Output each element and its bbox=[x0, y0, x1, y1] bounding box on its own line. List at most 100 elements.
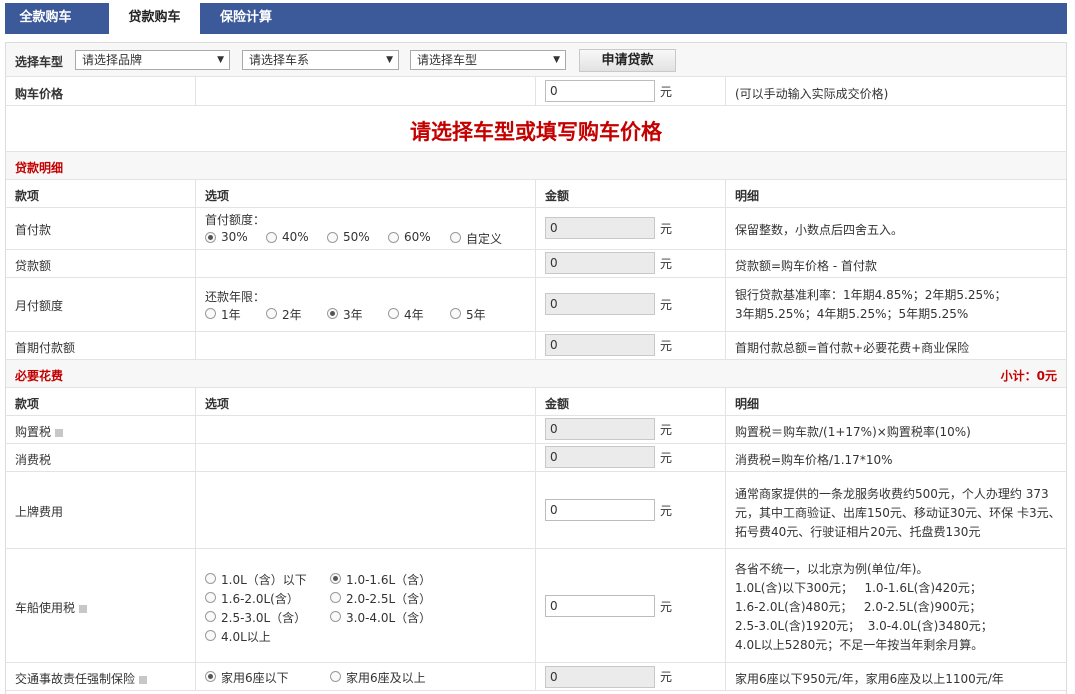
down-payment-input[interactable]: 0 bbox=[545, 217, 655, 239]
radio-term-4[interactable] bbox=[388, 308, 399, 319]
model-select[interactable]: 请选择车型 ▼ bbox=[410, 50, 566, 70]
help-icon[interactable] bbox=[139, 676, 148, 684]
purchase-tax-input[interactable]: 0 bbox=[545, 418, 655, 440]
compulsory-note-cell: 家用6座以下950元/年，家用6座及以上1100元/年 bbox=[725, 663, 1066, 690]
brand-select[interactable]: 请选择品牌 ▼ bbox=[75, 50, 230, 70]
first-payment-note-cell: 首期付款总额=首付款+必要花费+商业保险 bbox=[725, 332, 1066, 359]
monthly-payment-unit: 元 bbox=[660, 298, 673, 312]
radio-down-30[interactable] bbox=[205, 232, 216, 243]
radio-disp-2[interactable] bbox=[330, 573, 341, 584]
loan-amount-row: 贷款额 0 元 贷款额=购车价格 - 首付款 bbox=[6, 250, 1066, 278]
plate-fee-note-cell: 通常商家提供的一条龙服务收费约500元，个人办理约 373 元，其中工商验证、出… bbox=[725, 472, 1066, 548]
down-payment-label: 首付款 bbox=[15, 223, 52, 237]
loan-amount-note: 贷款额=购车价格 - 首付款 bbox=[735, 259, 878, 273]
compulsory-insurance-unit: 元 bbox=[660, 670, 673, 684]
vessel-tax-note-cell: 各省不统一，以北京为例(单位/年)。 1.0L(含)以下300元； 1.0-1.… bbox=[725, 549, 1066, 662]
consumption-tax-options bbox=[195, 444, 535, 471]
col-detail-header: 明细 bbox=[735, 397, 760, 411]
loan-amount-cell: 0 元 bbox=[535, 250, 725, 277]
price-note: (可以手动输入实际成交价格) bbox=[735, 87, 889, 101]
series-select[interactable]: 请选择车系 ▼ bbox=[242, 50, 399, 70]
price-options-cell bbox=[195, 77, 535, 105]
subtotal-label: 小计：0元 bbox=[1000, 369, 1057, 383]
down-ratio-label: 首付额度： bbox=[205, 213, 266, 227]
radio-term-4-label: 4年 bbox=[404, 308, 424, 322]
first-payment-input[interactable]: 0 bbox=[545, 334, 655, 356]
radio-disp-1[interactable] bbox=[205, 573, 216, 584]
radio-disp-3[interactable] bbox=[205, 592, 216, 603]
radio-disp-4[interactable] bbox=[330, 592, 341, 603]
plate-fee-note-line1: 通常商家提供的一条龙服务收费约500元，个人办理约 373 bbox=[735, 487, 1049, 501]
radio-down-custom[interactable] bbox=[450, 232, 461, 243]
consumption-tax-amount-cell: 0 元 bbox=[535, 444, 725, 471]
radio-term-1[interactable] bbox=[205, 308, 216, 319]
radio-seat-under6[interactable] bbox=[205, 671, 216, 682]
purchase-tax-amount-cell: 0 元 bbox=[535, 416, 725, 443]
radio-disp-6-label: 3.0-4.0L（含） bbox=[346, 611, 432, 625]
consumption-tax-note-cell: 消费税=购车价格/1.17*10% bbox=[725, 444, 1066, 471]
first-payment-row: 首期付款额 0 元 首期付款总额=首付款+必要花费+商业保险 bbox=[6, 332, 1066, 360]
hint-row: 请选择车型或填写购车价格 bbox=[6, 106, 1066, 152]
tab-insurance[interactable]: 保险计算 bbox=[203, 3, 289, 34]
loan-amount-options bbox=[195, 250, 535, 277]
help-icon[interactable] bbox=[55, 429, 64, 437]
plate-fee-label: 上牌费用 bbox=[15, 505, 64, 519]
price-amount-cell: 0 元 bbox=[535, 77, 725, 105]
radio-disp-2-label: 1.0-1.6L（含） bbox=[346, 573, 432, 587]
radio-term-3-label: 3年 bbox=[343, 308, 363, 322]
radio-seat-6plus-label: 家用6座及以上 bbox=[346, 671, 426, 685]
radio-term-2-label: 2年 bbox=[282, 308, 302, 322]
purchase-tax-note: 购置税＝购车款/(1+17%)×购置税率(10%) bbox=[735, 425, 971, 439]
plate-fee-input[interactable]: 0 bbox=[545, 499, 655, 521]
radio-down-40[interactable] bbox=[266, 232, 277, 243]
price-label: 购车价格 bbox=[15, 87, 64, 101]
select-car-hint: 请选择车型或填写购车价格 bbox=[410, 119, 662, 144]
necessary-section-title: 必要花费 bbox=[15, 369, 64, 383]
radio-down-50[interactable] bbox=[327, 232, 338, 243]
radio-disp-7[interactable] bbox=[205, 630, 216, 641]
necessary-section-header: 必要花费 小计：0元 bbox=[6, 360, 1066, 388]
consumption-tax-label: 消费税 bbox=[15, 453, 52, 467]
loan-amount-input[interactable]: 0 bbox=[545, 252, 655, 274]
consumption-tax-input[interactable]: 0 bbox=[545, 446, 655, 468]
chevron-down-icon: ▼ bbox=[217, 55, 224, 65]
radio-disp-5-label: 2.5-3.0L（含） bbox=[221, 611, 307, 625]
price-unit: 元 bbox=[660, 85, 673, 99]
tab-loan[interactable]: 贷款购车 bbox=[109, 3, 200, 35]
radio-disp-1-label: 1.0L（含）以下 bbox=[221, 573, 307, 587]
radio-down-60[interactable] bbox=[388, 232, 399, 243]
down-payment-note-cell: 保留整数，小数点后四舍五入。 bbox=[725, 208, 1066, 249]
vessel-tax-text: 车船使用税 bbox=[15, 601, 76, 615]
monthly-payment-input[interactable]: 0 bbox=[545, 293, 655, 315]
radio-seat-under6-label: 家用6座以下 bbox=[221, 671, 289, 685]
car-select-label: 选择车型 bbox=[15, 55, 64, 69]
model-select-value: 请选择车型 bbox=[417, 53, 478, 67]
price-input[interactable]: 0 bbox=[545, 80, 655, 102]
radio-seat-6plus[interactable] bbox=[330, 671, 341, 682]
radio-disp-6[interactable] bbox=[330, 611, 341, 622]
loan-amount-label: 贷款额 bbox=[15, 259, 52, 273]
compulsory-insurance-input[interactable]: 0 bbox=[545, 666, 655, 688]
compulsory-insurance-text: 交通事故责任强制保险 bbox=[15, 672, 136, 686]
radio-term-3[interactable] bbox=[327, 308, 338, 319]
radio-disp-4-label: 2.0-2.5L（含） bbox=[346, 592, 432, 606]
radio-term-5[interactable] bbox=[450, 308, 461, 319]
vessel-tax-input[interactable]: 0 bbox=[545, 595, 655, 617]
col-item-header: 款项 bbox=[15, 397, 40, 411]
monthly-payment-row: 月付额度 还款年限： 1年 2年 3年 4年 5年 0 元 银行贷款基准利率：1… bbox=[6, 278, 1066, 332]
purchase-tax-note-cell: 购置税＝购车款/(1+17%)×购置税率(10%) bbox=[725, 416, 1066, 443]
consumption-tax-note: 消费税=购车价格/1.17*10% bbox=[735, 453, 893, 467]
help-icon[interactable] bbox=[79, 605, 88, 613]
radio-disp-5[interactable] bbox=[205, 611, 216, 622]
apply-loan-button[interactable]: 申请贷款 bbox=[579, 49, 676, 72]
down-payment-amount-cell: 0 元 bbox=[535, 208, 725, 249]
necessary-header-row: 款项 选项 金额 明细 bbox=[6, 388, 1066, 416]
radio-term-2[interactable] bbox=[266, 308, 277, 319]
loan-section-header: 贷款明细 bbox=[6, 152, 1066, 180]
monthly-amount-cell: 0 元 bbox=[535, 278, 725, 331]
tab-full-payment[interactable]: 全款购车 bbox=[5, 3, 86, 34]
interest-note-line1: 银行贷款基准利率：1年期4.85%；2年期5.25%； bbox=[735, 288, 1007, 302]
radio-disp-7-label: 4.0L以上 bbox=[221, 630, 271, 644]
purchase-tax-options bbox=[195, 416, 535, 443]
loan-amount-note-cell: 贷款额=购车价格 - 首付款 bbox=[725, 250, 1066, 277]
